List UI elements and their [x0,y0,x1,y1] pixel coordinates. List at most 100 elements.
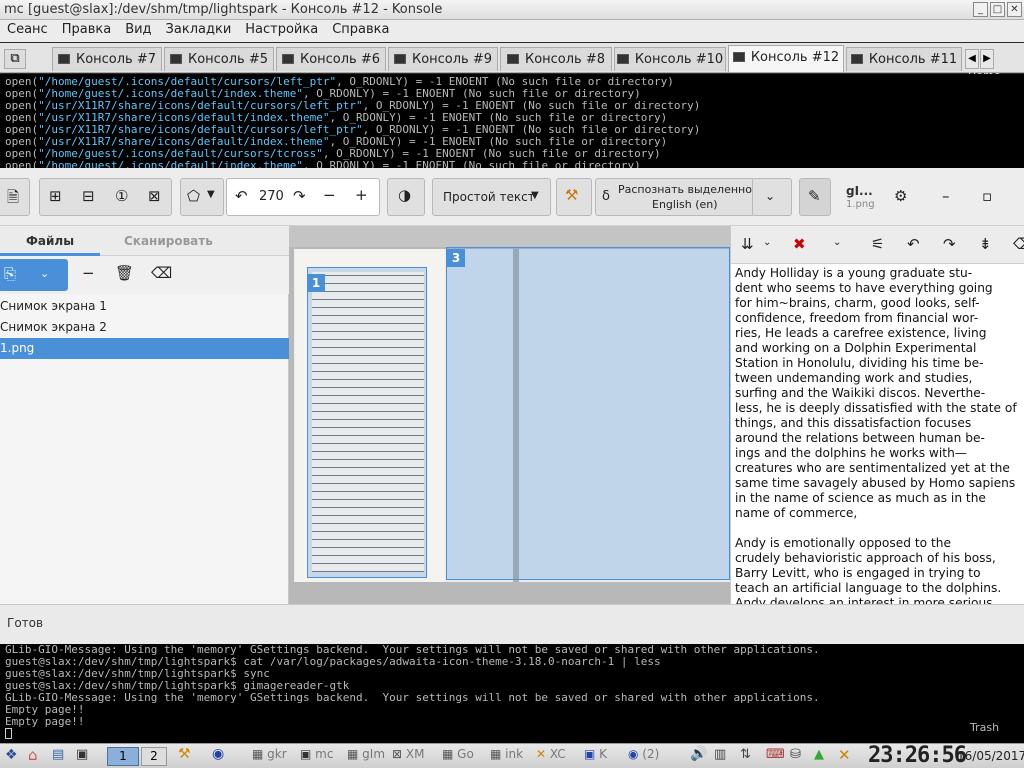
terminal-output-bottom[interactable]: GLib-GIO-Message: Using the 'memory' GSe… [0,644,1024,743]
selection-rect-3[interactable] [446,247,730,580]
clock[interactable]: 23:26:56 [868,743,967,768]
konsole-titlebar[interactable]: mc [guest@slax]:/dev/shm/tmp/lightspark … [0,0,1024,20]
tab-scroll-right-icon[interactable]: ▶ [980,49,994,69]
tab-scan[interactable]: Сканировать [124,234,213,248]
find-replace-icon[interactable]: ⚟ [871,235,884,253]
minimize-icon[interactable]: _ [973,2,988,17]
task-xmaxima[interactable]: ⊠ XM [392,747,424,767]
task-xchat[interactable]: ✕ XC [536,747,566,767]
rotation-value[interactable]: 270 [259,189,284,204]
task-browser[interactable]: ◉ (2) [628,747,659,767]
ocr-line: confidence, freedom from financial wor- [735,311,979,325]
autodetect-layout-button[interactable]: ⚒ [556,178,592,216]
strip-linebreaks-icon[interactable]: ✖ [793,235,806,253]
task-gkrellm[interactable]: ▦ gkr [252,747,287,767]
language-dropdown[interactable]: ⌄ [752,178,792,216]
list-item-selected[interactable]: 1.png [0,338,289,359]
menu-edit[interactable]: Правка [55,20,118,37]
list-item[interactable]: Снимок экрана 2 [0,317,289,338]
task-inkscape[interactable]: ▦ ink [490,747,523,767]
recognize-selection-button[interactable]: ẟ Распознать выделенное English (en) [595,178,759,216]
app-icon: ▦ [252,747,268,761]
clear-icon[interactable]: ⌫ [151,264,172,282]
tab-console-10[interactable]: Консоль #10 [614,47,726,71]
tab-console-12[interactable]: Консоль #12 [728,45,844,72]
terminal-output-top[interactable]: open("/home/guest/.icons/default/cursors… [0,74,1024,168]
toggle-output-pane-button[interactable]: ✎ [799,178,831,216]
usb-icon[interactable]: ⛁ [790,747,801,762]
undo-icon[interactable]: ↶ [907,235,920,253]
tab-scroll-left-icon[interactable]: ◀ [965,49,979,69]
desktop-2-button[interactable]: 2 [141,747,167,766]
volume-icon[interactable]: 🔊 [690,746,707,762]
ocr-output-text[interactable]: Andy Holliday is a young graduate stu-de… [735,266,1024,604]
increment-icon[interactable]: + [355,186,368,204]
home-icon[interactable]: ⌂ [28,746,38,764]
tab-console-6[interactable]: Консоль #6 [276,47,386,71]
start-menu-icon[interactable]: ❖ [5,747,18,763]
zoom-out-icon[interactable]: ⊟ [82,187,95,205]
zoom-in-icon[interactable]: ⊞ [49,187,62,205]
maximize-icon[interactable]: □ [990,2,1005,17]
insert-mode-icon[interactable]: ⇊ [741,235,754,253]
terminal-icon[interactable]: ▣ [76,747,88,762]
tab-console-5[interactable]: Консоль #5 [164,47,274,71]
tab-console-11[interactable]: Консоль #11 [846,47,962,71]
chevron-down-icon[interactable]: ⌄ [833,237,841,248]
desktop-1-button[interactable]: 1 [107,747,139,766]
sources-panel: Файлы Сканировать ⎘ ⌄ − 🗑 ⌫ Снимок экран… [0,226,289,604]
update-icon[interactable]: ▲ [814,747,824,762]
trash-icon[interactable]: 🗑 [115,264,134,282]
list-item[interactable]: Снимок экрана 1 [0,296,289,317]
task-konsole[interactable]: ▣ K [584,747,607,767]
save-icon[interactable]: ⇟ [979,235,992,253]
rotate-left-icon[interactable]: ↶ [235,187,248,205]
file-manager-icon[interactable]: ▤ [52,747,64,762]
output-pane: ⇊ ⌄ ✖ ⌄ ⚟ ↶ ↷ ⇟ ⌫ Andy Holliday is a you… [730,226,1024,604]
clear-output-icon[interactable]: ⌫ [1013,235,1024,253]
tab-console-7[interactable]: Консоль #7 [52,47,162,71]
konsole-tabbar: ⧉ Консоль #7 Консоль #5 Консоль #6 Консо… [0,43,1024,82]
rotate-right-icon[interactable]: ↷ [293,187,306,205]
browser-icon[interactable]: ◉ [212,746,224,762]
remove-icon[interactable]: − [82,264,95,282]
battery-icon[interactable]: ▥ [714,747,726,762]
menu-session[interactable]: Сеанс [0,20,55,37]
new-tab-icon[interactable]: ⧉ [4,49,26,69]
minimize-icon[interactable]: – [942,187,950,205]
terminal-icon [57,54,70,64]
tray-app-icon[interactable]: ✕ [838,746,851,764]
close-icon[interactable]: ✕ [1007,2,1022,17]
zoom-fit-icon[interactable]: ⊠ [148,187,161,205]
menu-help[interactable]: Справка [325,20,396,37]
task-mc[interactable]: ▣ mc [300,747,333,767]
selection-rect-1[interactable] [307,267,427,578]
output-mode-dropdown[interactable]: Простой текст ▼ [432,178,551,216]
date[interactable]: 16/05/2017 [957,749,1024,763]
decrement-icon[interactable]: − [323,186,336,204]
keyboard-icon[interactable]: ⌨ [766,747,785,762]
image-controls-button[interactable]: ◑ [387,178,425,216]
redo-icon[interactable]: ↷ [943,235,956,253]
rotate-mode-dropdown[interactable]: ⬠ ▼ [180,178,224,216]
menu-settings[interactable]: Настройка [238,20,325,37]
output-toolbar: ⇊ ⌄ ✖ ⌄ ⚟ ↶ ↷ ⇟ ⌫ [731,226,1024,264]
add-source-button[interactable]: ⎘ ⌄ [0,259,68,291]
gear-icon[interactable]: ⚙ [894,187,907,205]
image-canvas[interactable]: 1 3 [289,247,730,604]
task-google[interactable]: ▦ Go [442,747,474,767]
chevron-down-icon[interactable]: ⌄ [763,237,771,248]
tab-files[interactable]: Файлы [26,234,74,248]
tab-console-8[interactable]: Консоль #8 [500,47,612,71]
menu-view[interactable]: Вид [118,20,158,37]
menu-bookmarks[interactable]: Закладки [159,20,239,37]
tab-console-9[interactable]: Консоль #9 [388,47,498,71]
zoom-original-icon[interactable]: ① [115,187,128,205]
maximize-icon[interactable]: ▫ [982,187,992,205]
task-gimagereader[interactable]: ▦ gIm [347,747,385,767]
ocr-line: name of commerce, [735,506,858,520]
app-icon: ⊠ [392,747,406,761]
open-image-button[interactable]: 🗎 [0,178,30,216]
gimagereader-icon[interactable]: ⚒ [178,746,191,762]
network-icon[interactable]: ⇅ [740,747,751,762]
